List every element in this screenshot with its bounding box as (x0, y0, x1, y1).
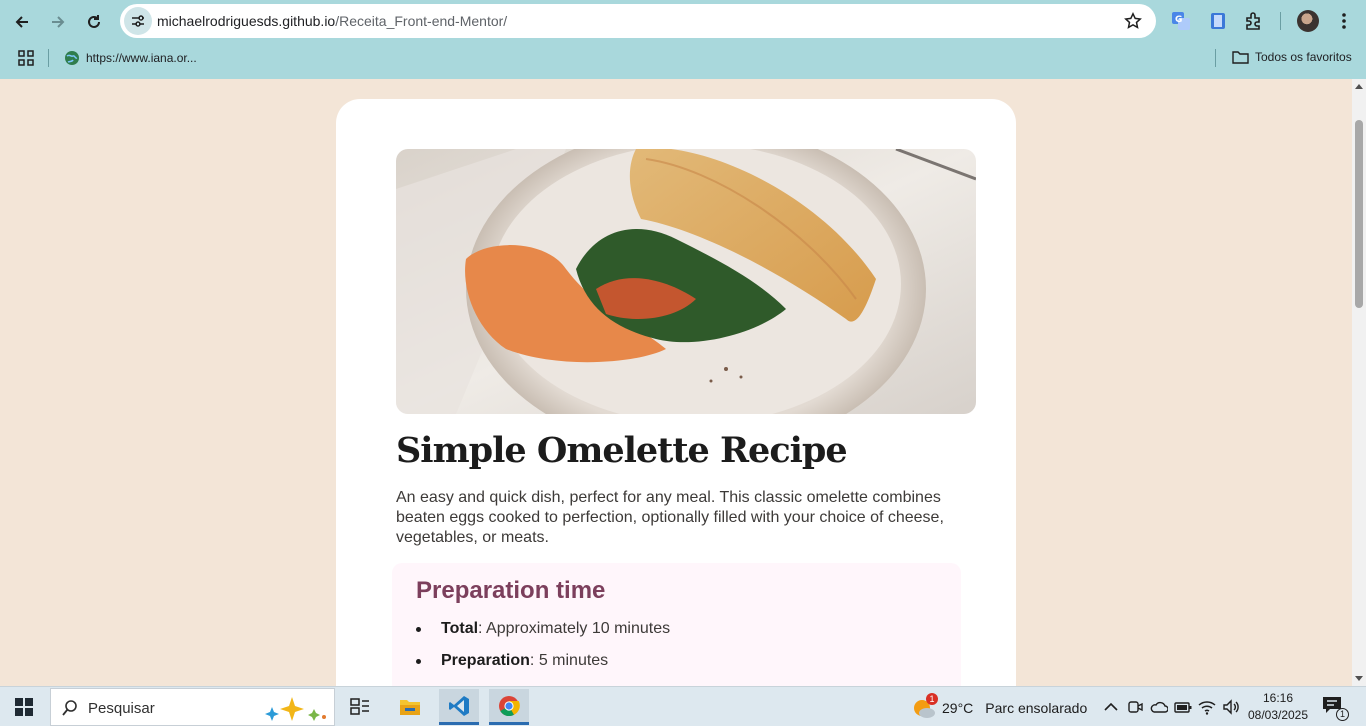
all-bookmarks-folder[interactable]: Todos os favoritos (1232, 50, 1352, 64)
extensions-icon[interactable] (1243, 10, 1265, 32)
reload-icon (88, 15, 100, 28)
forward-button[interactable] (44, 8, 72, 36)
copilot-sparkle-icon (265, 697, 326, 721)
vertical-scrollbar[interactable] (1352, 79, 1366, 686)
toolbar-divider (1280, 12, 1281, 30)
preparation-heading: Preparation time (416, 577, 606, 604)
browser-toolbar: michaelrodriguesds.github.io/Receita_Fro… (0, 0, 1366, 79)
wifi-icon[interactable] (1198, 698, 1216, 716)
task-view-icon[interactable] (340, 689, 380, 725)
weather-temp: 29°C (942, 700, 974, 716)
globe-icon (65, 51, 79, 65)
scrollbar-thumb[interactable] (1355, 120, 1363, 308)
system-clock[interactable]: 16:16 08/03/2025 (1246, 690, 1310, 724)
chevron-up-icon[interactable] (1102, 698, 1120, 716)
apps-grid-icon[interactable] (18, 50, 34, 66)
all-bookmarks-label: Todos os favoritos (1255, 50, 1352, 64)
menu-kebab-icon[interactable] (1333, 10, 1355, 32)
preparation-time-box: Preparation time Total: Approximately 10… (392, 563, 961, 686)
notification-count-badge: 1 (1336, 708, 1349, 721)
taskbar-search[interactable]: Pesquisar (50, 688, 335, 726)
bookmarks-bar: https://www.iana.or... Todos os favorito… (0, 44, 1366, 71)
weather-badge: 1 (926, 693, 938, 705)
bookmark-iana[interactable]: https://www.iana.or... (64, 50, 197, 66)
onedrive-cloud-icon[interactable] (1150, 698, 1168, 716)
volume-icon[interactable] (1222, 698, 1240, 716)
file-explorer-icon[interactable] (390, 689, 430, 725)
scroll-up-arrow-icon[interactable] (1355, 84, 1363, 89)
site-settings-icon[interactable] (124, 7, 152, 35)
clock-date: 08/03/2025 (1247, 708, 1309, 722)
recipe-description: An easy and quick dish, perfect for any … (396, 489, 944, 546)
url-text[interactable]: michaelrodriguesds.github.io/Receita_Fro… (157, 13, 507, 29)
windows-start-icon[interactable] (15, 698, 33, 716)
recipe-title: Simple Omelette Recipe (396, 430, 848, 471)
back-button[interactable] (8, 8, 36, 36)
list-item-value: : 5 minutes (529, 652, 609, 669)
search-icon (62, 700, 77, 716)
omelette-image (396, 149, 976, 414)
bookmarks-divider-right (1215, 49, 1216, 67)
list-item-label: Total (441, 620, 479, 637)
preparation-list: Total: Approximately 10 minutes Preparat… (416, 619, 670, 683)
back-arrow-icon (15, 16, 28, 28)
chrome-icon[interactable] (489, 689, 529, 725)
bookmark-label: https://www.iana.or... (86, 51, 197, 65)
notification-center-icon[interactable]: 1 (1322, 696, 1349, 721)
reading-list-icon[interactable] (1207, 10, 1229, 32)
weather-sun-cloud-icon: 1 (912, 693, 938, 720)
list-item: Total: Approximately 10 minutes (416, 619, 670, 651)
battery-icon[interactable] (1174, 698, 1192, 716)
bookmarks-divider (48, 49, 49, 67)
clock-time: 16:16 (1262, 691, 1294, 705)
recipe-card: Simple Omelette Recipe An easy and quick… (336, 99, 1016, 686)
weather-widget[interactable]: 1 29°C Parc ensolarado (912, 693, 1088, 720)
search-placeholder: Pesquisar (88, 700, 155, 717)
scroll-down-arrow-icon[interactable] (1355, 676, 1363, 681)
vscode-icon[interactable] (439, 689, 479, 725)
windows-taskbar: Pesquisar 1 29°C Parc ensolarado 16:16 0… (0, 686, 1366, 726)
list-item: Preparation: 5 minutes (416, 651, 670, 683)
weather-text: Parc ensolarado (985, 700, 1088, 716)
google-translate-icon[interactable]: G (1170, 10, 1192, 32)
folder-icon (1232, 51, 1249, 64)
list-item-label: Preparation (441, 652, 530, 669)
web-page: Simple Omelette Recipe An easy and quick… (0, 79, 1352, 686)
bookmark-star-icon[interactable] (1124, 12, 1142, 30)
list-item-value: : Approximately 10 minutes (478, 620, 671, 637)
svg-text:G: G (1175, 15, 1182, 25)
meet-now-icon[interactable] (1126, 698, 1144, 716)
forward-arrow-icon (52, 16, 65, 28)
reload-button[interactable] (80, 8, 108, 36)
address-bar[interactable]: michaelrodriguesds.github.io/Receita_Fro… (120, 4, 1156, 38)
profile-avatar[interactable] (1297, 10, 1319, 32)
